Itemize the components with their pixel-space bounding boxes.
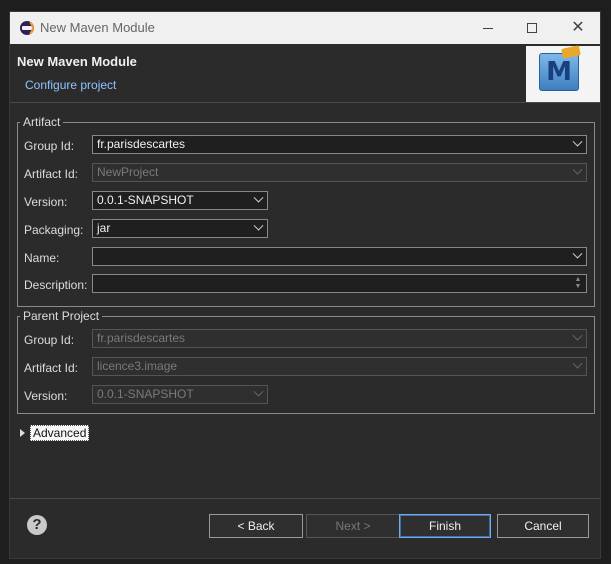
chevron-down-icon[interactable] [250, 220, 267, 237]
chevron-down-icon [569, 164, 586, 181]
parent-artifact-id-combo[interactable]: licence3.image [92, 357, 587, 376]
chevron-down-icon [569, 330, 586, 347]
parent-group-id-label: Group Id: [24, 333, 75, 347]
parent-artifact-id-value: licence3.image [97, 359, 178, 373]
version-label: Version: [24, 195, 68, 209]
name-combo[interactable] [92, 247, 587, 266]
group-id-value: fr.parisdescartes [97, 137, 186, 151]
version-combo[interactable]: 0.0.1-SNAPSHOT [92, 191, 268, 210]
chevron-down-icon [569, 358, 586, 375]
chevron-down-icon[interactable] [569, 136, 586, 153]
maven-banner: M [526, 46, 600, 102]
wizard-title: New Maven Module [17, 54, 137, 69]
finish-button[interactable]: Finish [399, 514, 491, 538]
header-divider [10, 102, 600, 103]
parent-group-id-combo[interactable]: fr.parisdescartes [92, 329, 587, 348]
title-bar: New Maven Module ✕ [10, 12, 600, 44]
spinner-icon[interactable]: ▲ ▼ [571, 276, 585, 291]
back-button[interactable]: < Back [209, 514, 303, 538]
artifact-id-combo[interactable]: NewProject [92, 163, 587, 182]
close-button[interactable]: ✕ [555, 12, 601, 44]
footer-divider [10, 498, 600, 499]
group-id-combo[interactable]: fr.parisdescartes [92, 135, 587, 154]
parent-project-legend: Parent Project [23, 309, 100, 323]
window-title: New Maven Module [40, 20, 155, 35]
close-icon: ✕ [571, 19, 585, 36]
name-label: Name: [24, 251, 60, 265]
wizard-subtitle: Configure project [25, 78, 117, 92]
next-button[interactable]: Next > [306, 514, 400, 538]
chevron-down-icon[interactable] [569, 248, 586, 265]
maximize-button[interactable] [509, 12, 555, 44]
packaging-label: Packaging: [24, 223, 84, 237]
artifact-id-label: Artifact Id: [24, 167, 79, 181]
group-id-label: Group Id: [24, 139, 75, 153]
eclipse-icon [20, 21, 34, 35]
parent-version-combo[interactable]: 0.0.1-SNAPSHOT [92, 385, 268, 404]
artifact-id-value: NewProject [97, 165, 159, 179]
parent-artifact-id-label: Artifact Id: [24, 361, 79, 375]
chevron-down-icon [250, 386, 267, 403]
parent-group-id-value: fr.parisdescartes [97, 331, 186, 345]
minimize-button[interactable] [465, 12, 511, 44]
description-field[interactable]: ▲ ▼ [92, 274, 587, 293]
version-value: 0.0.1-SNAPSHOT [97, 193, 194, 207]
triangle-right-icon[interactable] [20, 429, 25, 437]
packaging-combo[interactable]: jar [92, 219, 268, 238]
maximize-icon [527, 23, 537, 33]
minimize-icon [483, 27, 493, 29]
advanced-label[interactable]: Advanced [30, 425, 90, 441]
chevron-down-icon[interactable] [250, 192, 267, 209]
help-icon[interactable]: ? [27, 515, 47, 535]
maven-logo-icon: M [539, 53, 579, 91]
cancel-button[interactable]: Cancel [497, 514, 589, 538]
packaging-value: jar [97, 221, 111, 235]
dialog-window: New Maven Module ✕ New Maven Module Conf… [9, 11, 601, 559]
wizard-header: New Maven Module Configure project [10, 44, 600, 107]
description-label: Description: [24, 278, 88, 292]
parent-version-label: Version: [24, 389, 68, 403]
artifact-legend: Artifact [23, 115, 61, 129]
parent-version-value: 0.0.1-SNAPSHOT [97, 387, 194, 401]
